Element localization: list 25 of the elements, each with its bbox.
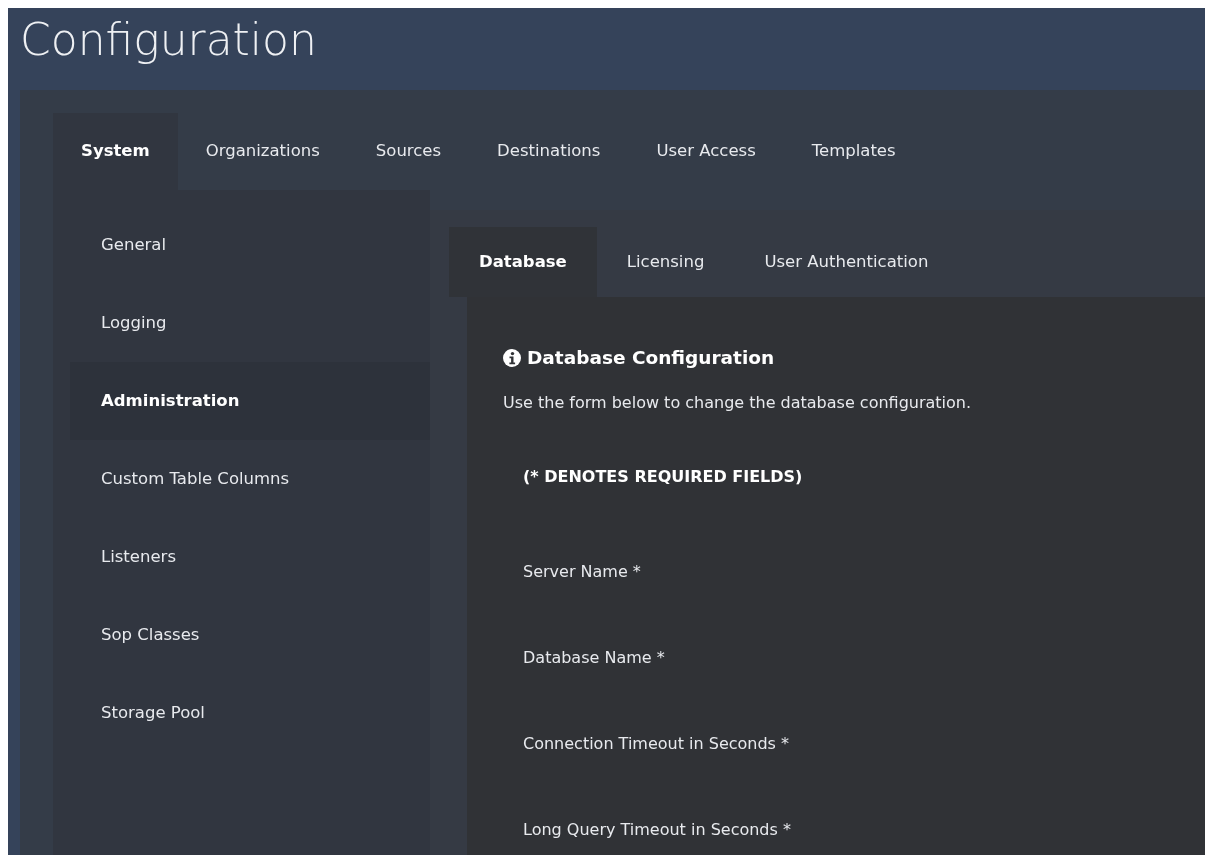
tab[interactable]: Templates — [783, 113, 924, 190]
required-note: (* DENOTES REQUIRED FIELDS) — [523, 466, 804, 489]
sidebar-item[interactable]: Custom Table Columns — [70, 440, 430, 518]
tab[interactable]: User Access — [628, 113, 784, 190]
field-label: Server Name * — [523, 561, 641, 584]
sidebar-item[interactable]: Administration — [70, 362, 430, 440]
section-description: Use the form below to change the database configuration. — [503, 392, 973, 415]
sidebar-item[interactable]: Listeners — [70, 518, 430, 596]
field-label: Database Name * — [523, 647, 665, 670]
info-icon — [503, 349, 521, 368]
tab[interactable]: Sources — [347, 113, 470, 190]
section-title: Database Configuration — [527, 347, 775, 370]
field-label: Connection Timeout in Seconds * — [523, 733, 790, 756]
sidebar-item[interactable]: Sop Classes — [70, 596, 430, 674]
tab[interactable]: Organizations — [177, 113, 348, 190]
tab[interactable]: Destinations — [469, 113, 629, 190]
sidebar-item[interactable]: General — [70, 206, 430, 284]
tab[interactable]: User Authentication — [734, 227, 959, 297]
sidebar-item[interactable]: Storage Pool — [70, 674, 430, 752]
field-label: Long Query Timeout in Seconds * — [523, 819, 791, 842]
tab[interactable]: Database — [449, 227, 597, 297]
sidebar-item[interactable]: Logging — [70, 284, 430, 362]
tab[interactable]: System — [53, 113, 178, 190]
page-title: Configuration — [19, 13, 318, 67]
tab[interactable]: Licensing — [596, 227, 735, 297]
